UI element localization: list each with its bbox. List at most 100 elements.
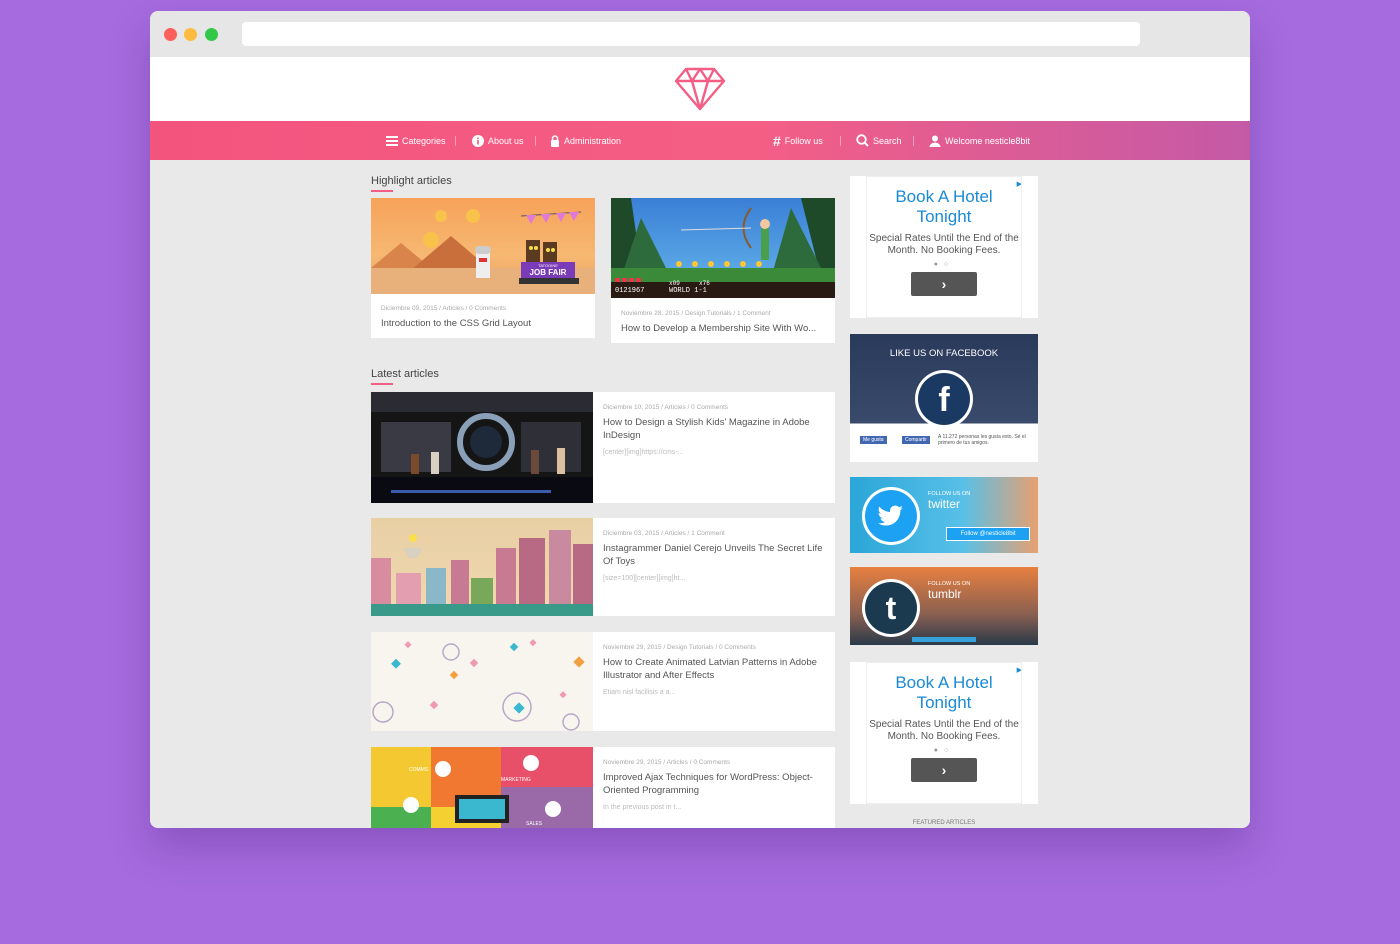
facebook-icon-ring: f <box>915 370 973 428</box>
nav-divider <box>913 136 914 146</box>
infographic-label: MARKETING <box>501 777 531 783</box>
article-excerpt: Etiam nisl facilisis a a... <box>603 689 676 696</box>
ad-carousel-dots[interactable]: ●○ <box>867 261 1021 268</box>
article-meta: Diciembre 03, 2015 / Articles / 1 Commen… <box>603 530 725 537</box>
twitter-icon[interactable] <box>865 490 917 542</box>
ad-title[interactable]: Book A Hotel Tonight <box>867 187 1021 227</box>
pattern-illustration <box>372 639 585 731</box>
article-excerpt: In the previous post in t... <box>603 804 682 811</box>
highlight-section-title: Highlight articles <box>371 175 452 192</box>
maximize-window-button[interactable] <box>205 28 218 41</box>
infographic-thumbnail[interactable]: MARKETING SALES COMMS <box>371 747 593 828</box>
nav-search-label: Search <box>873 135 902 146</box>
site-header <box>150 57 1250 121</box>
latest-article-card[interactable]: Diciembre 03, 2015 / Articles / 1 Commen… <box>371 518 835 616</box>
tumblr-name: tumblr <box>928 587 962 601</box>
ad-title[interactable]: Book A Hotel Tonight <box>867 673 1021 713</box>
ad-text: Special Rates Until the End of the Month… <box>869 233 1019 256</box>
city-thumbnail[interactable] <box>371 518 593 616</box>
nav-divider <box>840 136 841 146</box>
search-icon <box>856 134 869 147</box>
browser-titlebar <box>150 11 1250 57</box>
user-icon <box>929 135 941 147</box>
address-bar[interactable] <box>242 22 1140 46</box>
tumblr-icon[interactable]: t <box>865 582 917 634</box>
pattern-thumbnail[interactable] <box>371 632 593 731</box>
city-illustration <box>371 530 593 616</box>
article-meta: Noviembre 29, 2015 / Design Tutorials / … <box>603 644 756 651</box>
job-fair-illustration: JOB FAIR TATOOINE <box>371 209 595 294</box>
close-window-button[interactable] <box>164 28 177 41</box>
infographic-illustration: MARKETING SALES COMMS <box>371 747 593 828</box>
main-content: Highlight articles JOB FAIR TATOOINE Dic… <box>150 160 1250 828</box>
nav-administration[interactable]: Administration <box>550 121 621 160</box>
nav-about-label: About us <box>488 135 524 146</box>
facebook-widget[interactable]: LIKE US ON FACEBOOK f Me gusta Compartir… <box>850 334 1038 462</box>
ad-next-button[interactable]: › <box>911 272 977 296</box>
article-excerpt: [size=100][center][img]ht... <box>603 575 686 582</box>
facebook-like-count: A 11.272 personas les gusta esto. Sé el … <box>938 434 1026 446</box>
tumblr-follow-bar[interactable] <box>912 637 976 642</box>
ad-frame: Book A Hotel Tonight Special Rates Until… <box>866 176 1022 318</box>
tumblr-icon-ring: t <box>862 579 920 637</box>
browser-window: Categories About us Administration # Fol… <box>150 11 1250 828</box>
space-station-thumbnail[interactable] <box>371 392 593 503</box>
facebook-share-button[interactable]: Compartir <box>902 436 930 444</box>
latest-section-title: Latest articles <box>371 368 439 385</box>
nav-follow-label: Follow us <box>784 135 823 146</box>
job-fair-sign: JOB FAIR <box>530 268 567 277</box>
twitter-icon-ring <box>862 487 920 545</box>
article-meta: Noviembre 29, 2015 / Articles / 0 Commen… <box>603 759 731 766</box>
twitter-follow-button[interactable]: Follow @nesticle8bit <box>946 527 1030 541</box>
article-meta: Diciembre 09, 2015 / Articles / 0 Commen… <box>381 305 506 312</box>
nav-user-label: Welcome nesticle8bit <box>945 135 1030 146</box>
job-fair-thumbnail[interactable]: JOB FAIR TATOOINE <box>371 198 595 294</box>
nav-administration-label: Administration <box>564 135 622 146</box>
nav-about[interactable]: About us <box>472 121 524 160</box>
platformer-thumbnail[interactable]: 0121967 WORLD 1-1 x09 x76 <box>611 198 835 298</box>
article-excerpt: [center][img]https://cms-... <box>603 449 684 456</box>
article-title[interactable]: How to Develop a Membership Site With Wo… <box>621 322 831 335</box>
article-title[interactable]: Instagrammer Daniel Cerejo Unveils The S… <box>603 542 825 568</box>
facebook-title: LIKE US ON FACEBOOK <box>889 348 999 359</box>
game-coins: x09 <box>669 280 680 287</box>
game-score: 0121967 <box>615 287 644 295</box>
twitter-widget[interactable]: FOLLOW US ON twitter Follow @nesticle8bi… <box>850 477 1038 553</box>
nav-categories[interactable]: Categories <box>386 121 446 160</box>
space-station-illustration <box>371 392 593 503</box>
facebook-icon[interactable]: f <box>918 373 970 425</box>
article-title[interactable]: How to Create Animated Latvian Patterns … <box>603 656 825 682</box>
article-title[interactable]: Introduction to the CSS Grid Layout <box>381 317 591 330</box>
latest-article-card[interactable]: Noviembre 29, 2015 / Design Tutorials / … <box>371 632 835 731</box>
minimize-window-button[interactable] <box>184 28 197 41</box>
diamond-logo-icon[interactable] <box>674 67 726 111</box>
nav-user[interactable]: Welcome nesticle8bit <box>929 121 1030 160</box>
nav-divider <box>455 136 456 146</box>
article-title[interactable]: Improved Ajax Techniques for WordPress: … <box>603 771 825 797</box>
platformer-illustration: 0121967 WORLD 1-1 x09 x76 <box>611 198 835 298</box>
infographic-label: COMMS <box>409 767 429 773</box>
twitter-name: twitter <box>928 497 961 511</box>
facebook-like-button[interactable]: Me gusta <box>860 436 887 444</box>
nav-categories-label: Categories <box>402 135 446 146</box>
hashtag-icon: # <box>773 132 781 149</box>
ad-carousel-dots[interactable]: ●○ <box>867 747 1021 754</box>
nav-search[interactable]: Search <box>856 121 902 160</box>
article-meta: Diciembre 10, 2015 / Articles / 0 Commen… <box>603 404 728 411</box>
nav-follow[interactable]: # Follow us <box>773 121 823 160</box>
highlight-card[interactable]: JOB FAIR TATOOINE Diciembre 09, 2015 / A… <box>371 198 595 338</box>
ad-next-button[interactable]: › <box>911 758 977 782</box>
list-icon <box>386 135 398 146</box>
latest-article-card[interactable]: Diciembre 10, 2015 / Articles / 0 Commen… <box>371 392 835 503</box>
article-title[interactable]: How to Design a Stylish Kids' Magazine i… <box>603 416 825 442</box>
hotel-ad[interactable]: ▶ Book A Hotel Tonight Special Rates Unt… <box>850 662 1038 804</box>
featured-articles-heading: FEATURED ARTICLES <box>912 820 976 826</box>
main-navbar: Categories About us Administration # Fol… <box>150 121 1250 160</box>
tumblr-widget[interactable]: t FOLLOW US ON tumblr <box>850 567 1038 645</box>
hotel-ad[interactable]: ▶ Book A Hotel Tonight Special Rates Unt… <box>850 176 1038 318</box>
highlight-card[interactable]: 0121967 WORLD 1-1 x09 x76 Noviembre 28, … <box>611 198 835 343</box>
game-world: WORLD 1-1 <box>669 287 707 295</box>
latest-article-card[interactable]: MARKETING SALES COMMS Noviembre 29, 2015… <box>371 747 835 828</box>
nav-divider <box>535 136 536 146</box>
article-meta: Noviembre 28, 2015 / Design Tutorials / … <box>621 310 771 317</box>
